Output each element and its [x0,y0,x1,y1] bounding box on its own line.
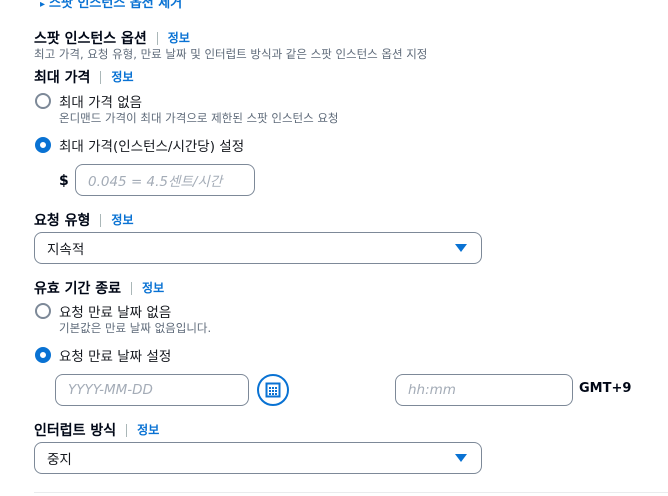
currency-symbol: $ [59,173,69,189]
request-type-title: 요청 유형 [34,213,91,229]
request-type-value: 지속적 [47,242,85,258]
section-divider [34,492,668,493]
valid-until-info-link[interactable]: 정보 [131,281,164,295]
arrow-icon: ▸ [40,0,46,10]
spot-options-description: 최고 가격, 요청 유형, 만료 날짜 및 인터럽트 방식과 같은 스팟 인스턴… [34,47,428,61]
expiry-none-option[interactable]: 요청 만료 날짜 없음 [35,301,171,321]
max-price-set-radio[interactable] [35,137,51,153]
valid-until-title: 유효 기간 종료 [34,281,122,297]
expiry-set-label: 요청 만료 날짜 설정 [59,349,172,365]
interruption-value: 중지 [47,452,72,468]
expiry-none-radio[interactable] [35,303,51,319]
caret-down-icon [455,244,467,252]
max-price-set-option[interactable]: 최대 가격(인스턴스/시간당) 설정 [35,135,244,155]
remove-spot-options-link[interactable]: ▸ 스팟 인스턴스 옵션 제거 [40,0,182,11]
caret-down-icon [455,454,467,462]
expiry-date-input[interactable]: YYYY-MM-DD [55,374,249,406]
expiry-none-description: 기본값은 만료 날짜 없음입니다. [59,321,212,335]
max-price-title: 최대 가격 [34,70,91,86]
request-type-select[interactable]: 지속적 [34,232,482,264]
interruption-heading: 인터럽트 방식 정보 [34,420,159,440]
spot-options-info-link[interactable]: 정보 [156,31,190,45]
max-price-none-description: 온디맨드 가격이 최대 가격으로 제한된 스팟 인스턴스 요청 [59,111,339,125]
interruption-info-link[interactable]: 정보 [126,423,159,437]
expiry-set-radio[interactable] [35,347,51,363]
interruption-select[interactable]: 중지 [34,442,482,474]
max-price-info-link[interactable]: 정보 [100,70,134,84]
expiry-set-option[interactable]: 요청 만료 날짜 설정 [35,345,171,365]
max-price-set-label: 최대 가격(인스턴스/시간당) 설정 [59,139,245,155]
max-price-none-option[interactable]: 최대 가격 없음 [35,91,142,111]
calendar-icon [265,382,281,398]
max-price-input[interactable]: 0.045 = 4.5센트/시간 [75,164,255,196]
request-type-info-link[interactable]: 정보 [100,213,134,227]
timezone-label: GMT+9 [579,381,632,396]
spot-options-title: 스팟 인스턴스 옵션 [34,31,147,47]
max-price-heading: 최대 가격 정보 [34,67,134,87]
interruption-title: 인터럽트 방식 [34,423,117,439]
calendar-button[interactable] [257,374,289,406]
expiry-time-input[interactable]: hh:mm [395,374,573,406]
expiry-none-label: 요청 만료 날짜 없음 [59,305,172,321]
max-price-none-radio[interactable] [35,93,51,109]
request-type-heading: 요청 유형 정보 [34,210,134,230]
valid-until-heading: 유효 기간 종료 정보 [34,278,164,298]
max-price-none-label: 최대 가격 없음 [59,95,143,111]
spot-options-heading: 스팟 인스턴스 옵션 정보 [34,28,190,48]
